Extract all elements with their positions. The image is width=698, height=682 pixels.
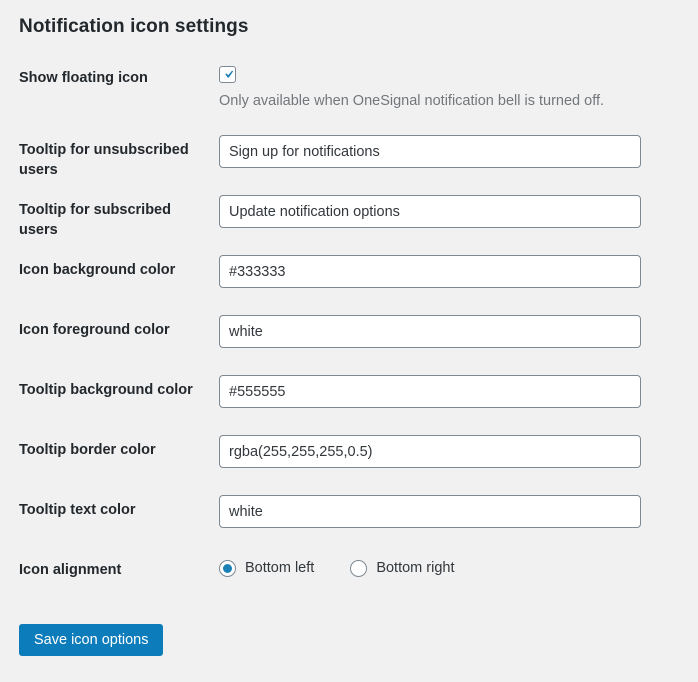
row-tooltip-text-color: Tooltip text color: [0, 495, 698, 555]
label-show-floating-icon: Show floating icon: [19, 70, 148, 86]
notification-icon-settings-panel: Notification icon settings Show floating…: [0, 0, 698, 682]
page-title: Notification icon settings: [19, 16, 249, 37]
field-tooltip-background-color: [219, 375, 698, 408]
save-icon-options-button[interactable]: Save icon options: [19, 624, 164, 656]
icon-foreground-color-input[interactable]: [219, 315, 641, 348]
field-icon-foreground-color: [219, 315, 698, 348]
show-floating-icon-help-text: Only available when OneSignal notificati…: [219, 93, 605, 109]
field-tooltip-border-color: [219, 435, 698, 468]
field-icon-background-color: [219, 255, 698, 288]
row-tooltip-unsubscribed: Tooltip for unsubscribed users: [0, 135, 698, 195]
row-icon-alignment: Icon alignment Bottom left Bottom right: [0, 555, 698, 615]
field-tooltip-unsubscribed: [219, 135, 698, 168]
settings-form: Show floating icon Only available when O…: [0, 63, 698, 615]
tooltip-border-color-input[interactable]: [219, 435, 641, 468]
icon-background-color-input[interactable]: [219, 255, 641, 288]
tooltip-background-color-input[interactable]: [219, 375, 641, 408]
show-floating-icon-checkbox[interactable]: [219, 66, 236, 83]
row-tooltip-subscribed: Tooltip for subscribed users: [0, 195, 698, 255]
radio-bottom-right-label: Bottom right: [376, 560, 455, 576]
label-tooltip-text-color: Tooltip text color: [19, 502, 136, 518]
label-icon-background-color: Icon background color: [19, 262, 176, 278]
tooltip-subscribed-input[interactable]: [219, 195, 641, 228]
tooltip-unsubscribed-input[interactable]: [219, 135, 641, 168]
field-tooltip-subscribed: [219, 195, 698, 228]
radio-bottom-left-label: Bottom left: [245, 560, 315, 576]
row-show-floating-icon: Show floating icon Only available when O…: [0, 63, 698, 135]
field-tooltip-text-color: [219, 495, 698, 528]
row-tooltip-border-color: Tooltip border color: [0, 435, 698, 495]
label-icon-alignment: Icon alignment: [19, 562, 122, 578]
row-icon-background-color: Icon background color: [0, 255, 698, 315]
radio-bottom-left[interactable]: [219, 559, 236, 577]
checkmark-icon: [225, 70, 234, 78]
icon-alignment-option-bottom-left[interactable]: Bottom left: [219, 559, 314, 577]
field-icon-alignment: Bottom left Bottom right: [219, 555, 698, 577]
row-tooltip-background-color: Tooltip background color: [0, 375, 698, 435]
label-icon-foreground-color: Icon foreground color: [19, 322, 170, 338]
label-tooltip-unsubscribed: Tooltip for unsubscribed users: [19, 142, 189, 178]
icon-alignment-radio-group: Bottom left Bottom right: [219, 555, 698, 577]
label-tooltip-background-color: Tooltip background color: [19, 382, 193, 398]
field-show-floating-icon: Only available when OneSignal notificati…: [219, 63, 698, 111]
label-tooltip-subscribed: Tooltip for subscribed users: [19, 202, 171, 238]
tooltip-text-color-input[interactable]: [219, 495, 641, 528]
row-icon-foreground-color: Icon foreground color: [0, 315, 698, 375]
radio-bottom-right[interactable]: [350, 559, 368, 577]
icon-alignment-option-bottom-right[interactable]: Bottom right: [350, 559, 454, 577]
label-tooltip-border-color: Tooltip border color: [19, 442, 156, 458]
